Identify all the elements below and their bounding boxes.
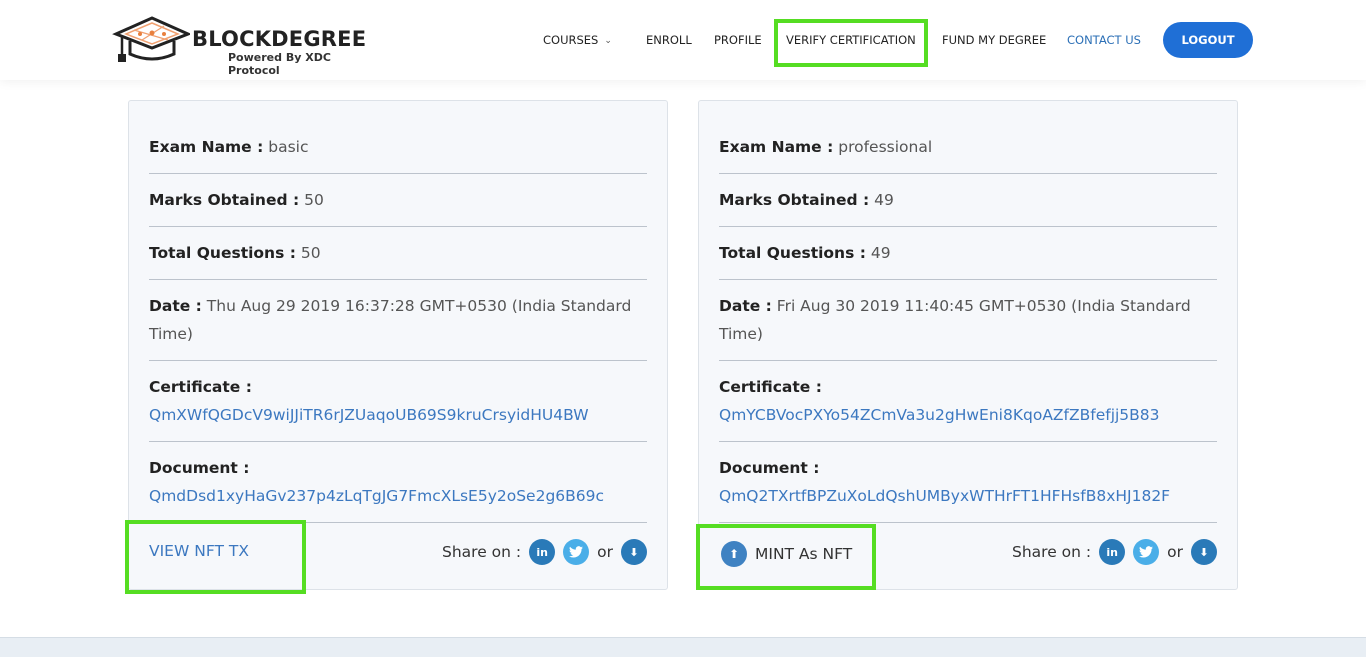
total-questions-value: 49 [871,244,891,262]
twitter-icon[interactable] [1133,539,1159,565]
view-nft-tx-highlight-box [125,520,306,594]
exam-name-value: professional [838,138,932,156]
total-questions-row: Total Questions : 50 [149,239,647,280]
nav-courses[interactable]: COURSES ⌄ [543,33,612,47]
document-row: Document : QmdDsd1xyHaGv237p4zLqTgJG7Fmc… [149,454,647,523]
date-label: Date : [149,297,202,315]
total-questions-value: 50 [301,244,321,262]
nav-contact-us[interactable]: CONTACT US [1067,33,1141,47]
date-row: Date : Thu Aug 29 2019 16:37:28 GMT+0530… [149,292,647,361]
marks-label: Marks Obtained : [719,191,869,209]
document-link[interactable]: QmdDsd1xyHaGv237p4zLqTgJG7FmcXLsE5y2oSe2… [149,482,647,510]
share-on-label: Share on : [1012,543,1091,561]
linkedin-icon[interactable]: in [529,539,555,565]
linkedin-icon[interactable]: in [1099,539,1125,565]
share-on-label: Share on : [442,543,521,561]
certificate-label: Certificate : [149,373,647,401]
certificate-link[interactable]: QmXWfQGDcV9wiJJiTR6rJZUaqoUB69S9kruCrsyi… [149,401,647,429]
nav-courses-label: COURSES [543,33,598,47]
logout-button[interactable]: LOGOUT [1163,22,1253,58]
exam-card-professional: Exam Name : professional Marks Obtained … [698,100,1238,590]
nav-fund-my-degree[interactable]: FUND MY DEGREE [942,33,1046,47]
document-link[interactable]: QmQ2TXrtfBPZuXoLdQshUMByxWTHrFT1HFHsfB8x… [719,482,1217,510]
twitter-icon[interactable] [563,539,589,565]
exam-name-row: Exam Name : professional [719,133,1217,174]
download-icon[interactable]: ⬇ [1191,539,1217,565]
date-label: Date : [719,297,772,315]
or-label: or [597,543,613,561]
date-row: Date : Fri Aug 30 2019 11:40:45 GMT+0530… [719,292,1217,361]
site-header: BLOCKDEGREE Powered By XDC Protocol COUR… [0,0,1366,80]
or-label: or [1167,543,1183,561]
marks-row: Marks Obtained : 50 [149,186,647,227]
exam-name-value: basic [268,138,308,156]
nav-enroll[interactable]: ENROLL [646,33,692,47]
mint-as-nft-highlight-box [696,524,876,590]
date-value: Thu Aug 29 2019 16:37:28 GMT+0530 (India… [149,297,631,343]
exam-name-label: Exam Name : [719,138,833,156]
total-questions-label: Total Questions : [149,244,296,262]
verify-highlight-box [774,19,928,67]
chevron-down-icon: ⌄ [604,36,612,46]
marks-label: Marks Obtained : [149,191,299,209]
certificate-label: Certificate : [719,373,1217,401]
document-row: Document : QmQ2TXrtfBPZuXoLdQshUMByxWTHr… [719,454,1217,523]
main-nav: COURSES⌄ ENROLL PROFILE VERIFY CERTIFICA… [0,0,1366,80]
share-bar: Share on : in or ⬇ [1012,539,1217,565]
download-icon[interactable]: ⬇ [621,539,647,565]
marks-value: 49 [874,191,894,209]
share-bar: Share on : in or ⬇ [442,539,647,565]
marks-value: 50 [304,191,324,209]
total-questions-label: Total Questions : [719,244,866,262]
total-questions-row: Total Questions : 49 [719,239,1217,280]
document-label: Document : [719,454,1217,482]
document-label: Document : [149,454,647,482]
exam-name-label: Exam Name : [149,138,263,156]
exam-card-basic: Exam Name : basic Marks Obtained : 50 To… [128,100,668,590]
marks-row: Marks Obtained : 49 [719,186,1217,227]
nav-profile[interactable]: PROFILE [714,33,762,47]
exam-name-row: Exam Name : basic [149,133,647,174]
date-value: Fri Aug 30 2019 11:40:45 GMT+0530 (India… [719,297,1191,343]
certificate-row: Certificate : QmXWfQGDcV9wiJJiTR6rJZUaqo… [149,373,647,442]
certificate-link[interactable]: QmYCBVocPXYo54ZCmVa3u2gHwEni8KqoAZfZBfef… [719,401,1217,429]
footer-band [0,637,1366,657]
certificate-row: Certificate : QmYCBVocPXYo54ZCmVa3u2gHwE… [719,373,1217,442]
